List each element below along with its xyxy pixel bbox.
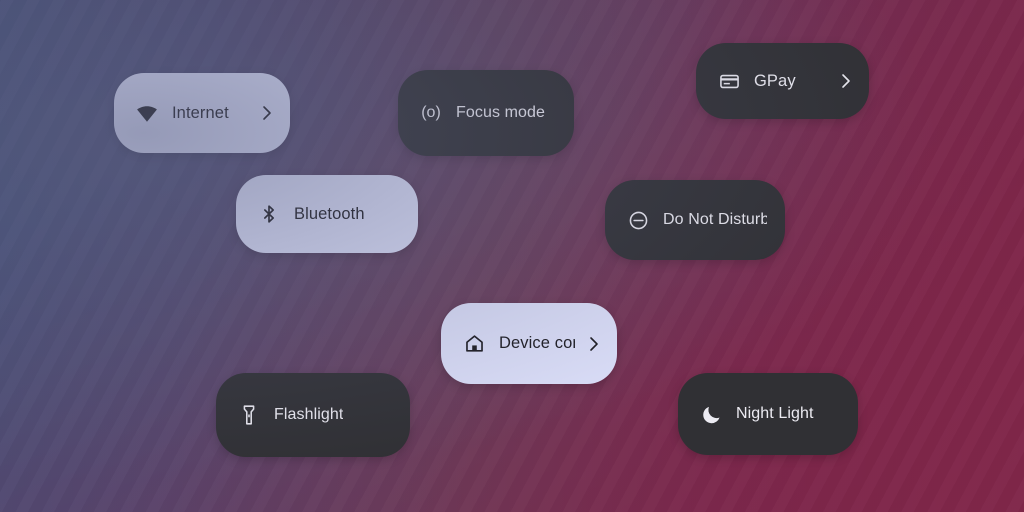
tile-bluetooth[interactable]: Bluetooth	[236, 175, 418, 253]
tile-label: Do Not Disturb	[663, 211, 767, 228]
tile-label: Night Light	[736, 405, 814, 422]
chevron-right-icon[interactable]	[248, 105, 272, 121]
do-not-disturb-icon	[627, 209, 649, 231]
tile-device-controls[interactable]: Device controls	[441, 303, 617, 384]
tile-label: Bluetooth	[294, 204, 365, 223]
tile-focus-mode[interactable]: (o) Focus mode	[398, 70, 574, 156]
tile-flashlight[interactable]: Flashlight	[216, 373, 410, 457]
tile-label: Internet	[172, 103, 229, 122]
quick-settings-screen: Internet (o) Focus mode GPay Bluetooth D…	[0, 0, 1024, 512]
bluetooth-icon	[258, 203, 280, 225]
moon-icon	[700, 403, 722, 425]
focus-mode-icon: (o)	[420, 102, 442, 124]
tile-night-light[interactable]: Night Light	[678, 373, 858, 455]
tile-label: GPay	[754, 71, 796, 90]
home-icon	[463, 333, 485, 355]
tile-label: Flashlight	[274, 406, 344, 423]
wifi-icon	[136, 102, 158, 124]
tile-label: Focus mode	[456, 104, 546, 121]
tile-label: Device controls	[499, 334, 575, 352]
chevron-right-icon[interactable]	[827, 73, 851, 89]
credit-card-icon	[718, 70, 740, 92]
tile-gpay[interactable]: GPay	[696, 43, 869, 119]
chevron-right-icon[interactable]	[575, 336, 599, 352]
focus-mode-glyph: (o)	[421, 104, 441, 121]
tile-internet[interactable]: Internet	[114, 73, 290, 153]
flashlight-icon	[238, 404, 260, 426]
tile-do-not-disturb[interactable]: Do Not Disturb	[605, 180, 785, 260]
